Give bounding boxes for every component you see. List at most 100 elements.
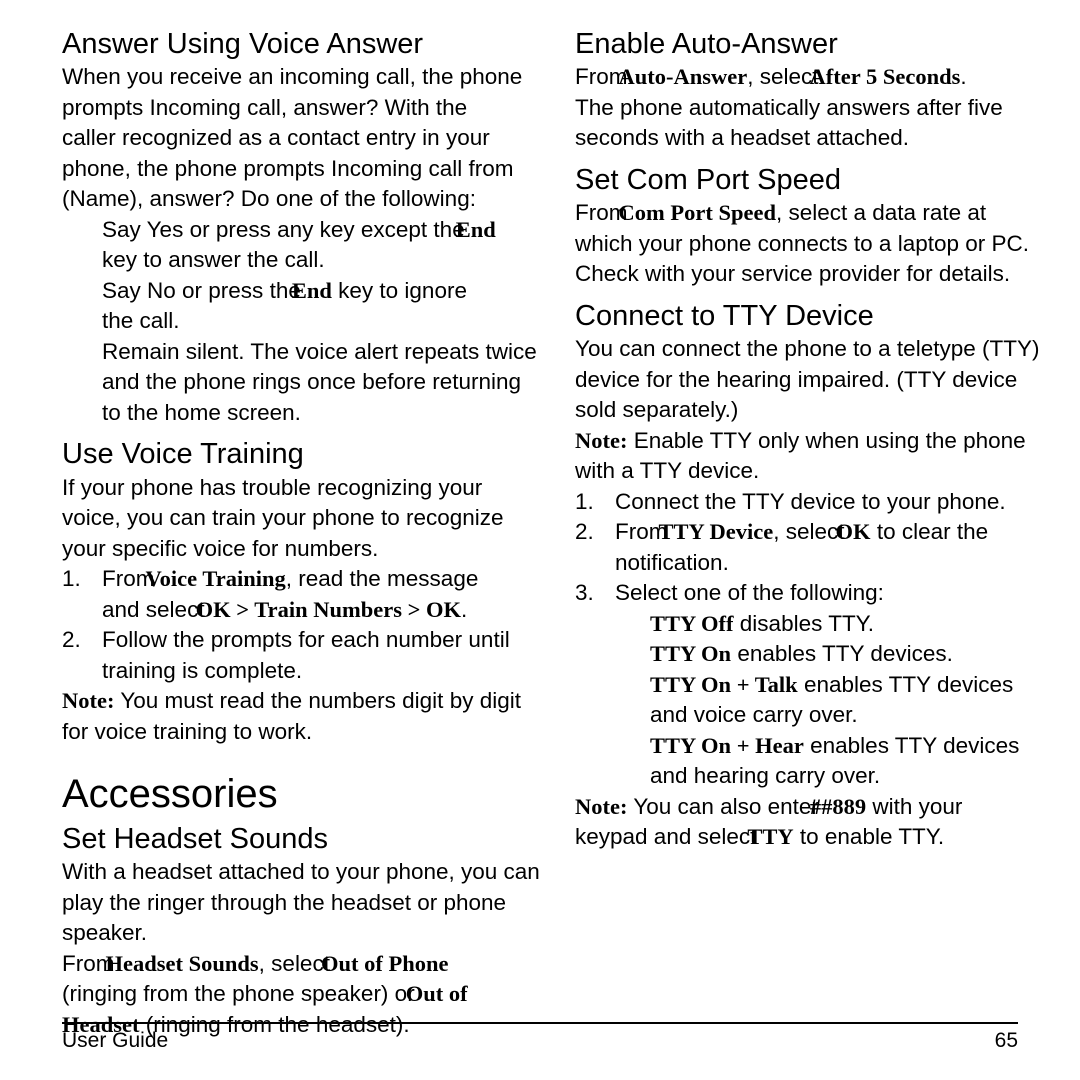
numbered-step: 1. Connect the TTY device to your phone. [575,487,1080,518]
text-line: play the ringer through the headset or p… [62,889,507,915]
text-run: You can also enter [627,793,819,819]
emphasis-run: End [455,216,496,242]
text-line: training is complete. [102,657,303,683]
text-line: When you receive an incoming call, the p… [62,64,523,90]
text-line: device for the hearing impaired. (TTY de… [575,366,1018,392]
text-run: keypad and select [575,824,757,850]
emphasis-run: TTY On [650,641,732,667]
text-line: FromHeadset Sounds, selectOut of Phone [62,949,584,980]
option-item: TTY On + Hear enables TTY devices [575,731,1080,762]
emphasis-run: TTY Off [650,610,734,636]
text-run: You must read the numbers digit by digit [114,688,521,714]
step-number: 2. [62,627,81,653]
text-line: You can connect the phone to a teletype … [575,336,1040,362]
option-item: TTY On enables TTY devices. [575,639,1080,670]
emphasis-run: Headset Sounds [105,950,259,976]
note: Note: You must read the numbers digit by… [62,686,584,717]
option-item: TTY On + Talk enables TTY devices [575,670,1080,701]
chapter-heading: Accessories [62,772,278,817]
section-enable-auto-answer: Enable Auto-Answer FromAuto-Answer, sele… [575,28,1080,154]
emphasis-run: TTY [747,824,794,850]
emphasis-run: TTY Device [658,519,774,545]
text-line: FromCom Port Speed, select a data rate a… [575,198,1080,229]
text-line: key to answer the call. [102,247,325,273]
emphasis-run: Voice Training [145,566,286,592]
emphasis-run: End [291,277,332,303]
bullet-item: Say No or press theEnd key to ignore [62,276,584,307]
text-line: With a headset attached to your phone, y… [62,859,540,885]
step-number: 3. [575,580,594,606]
text-run: . [461,596,468,622]
option-item: TTY Off disables TTY. [575,609,1080,640]
text-run: Select one of the following: [615,580,884,606]
numbered-step: 1. FromVoice Training, read the message [62,564,584,595]
bullet-item: Say Yes or press any key except theEnd [62,215,584,246]
text-run: Follow the prompts for each number until [102,627,510,653]
text-line: If your phone has trouble recognizing yo… [62,474,483,500]
manual-page: Answer Using Voice Answer When you recei… [0,0,1080,1080]
text-line: prompts Incoming call, answer? With the [62,94,468,120]
text-run: (ringing from the phone speaker) or [62,981,415,1007]
bullet-item: Remain silent. The voice alert repeats t… [102,338,537,364]
step-number: 1. [575,488,594,514]
text-line: Check with your service provider for det… [575,261,1011,287]
text-run: , select [258,950,330,976]
text-line: for voice training to work. [62,718,313,744]
emphasis-run: Com Port Speed [618,200,776,226]
text-line: phone, the phone prompts Incoming call f… [62,155,514,181]
text-run: enables TTY devices. [731,641,953,667]
text-line: which your phone connects to a laptop or… [575,230,1030,256]
text-line: and the phone rings once before returnin… [102,369,522,395]
numbered-step: 2. Follow the prompts for each number unt… [62,625,584,656]
text-line: and selectOK > Train Numbers > OK. [62,595,584,626]
text-run: , select [773,519,845,545]
text-line: and hearing carry over. [650,763,881,789]
text-line: notification. [615,549,729,575]
emphasis-run: After 5 Seconds [809,64,961,90]
text-run: , select a data rate at [775,200,987,226]
text-line: speaker. [62,920,148,946]
paragraph: If your phone has trouble recognizing yo… [62,473,584,565]
left-column: Answer Using Voice Answer When you recei… [62,18,584,1040]
numbered-step: 3. Select one of the following: [575,578,1080,609]
text-line: sold separately.) [575,397,739,423]
section-answer-using-voice-answer: Answer Using Voice Answer When you recei… [62,28,584,428]
right-column: Enable Auto-Answer FromAuto-Answer, sele… [575,18,1080,853]
text-line: caller recognized as a contact entry in … [62,125,490,151]
footer-label: User Guide [62,1029,169,1052]
emphasis-run: OK > Train Numbers > OK [195,596,462,622]
text-run: to clear the [870,519,989,545]
paragraph: With a headset attached to your phone, y… [62,857,584,949]
text-line: keypad and selectTTY to enable TTY. [575,822,1080,853]
text-run: and select [102,596,205,622]
text-run: , read the message [285,566,479,592]
section-heading: Enable Auto-Answer [575,28,838,60]
section-heading: Use Voice Training [62,438,304,471]
page-footer: User Guide 65 [62,1022,1018,1053]
section-set-com-port-speed: Set Com Port Speed FromCom Port Speed, s… [575,164,1080,290]
emphasis-run: TTY On + Talk [650,671,798,697]
emphasis-run: OK [835,519,871,545]
emphasis-run: Auto-Answer [618,64,748,90]
note-label: Note: [575,427,628,453]
text-run: key to ignore [331,277,467,303]
text-line: FromAuto-Answer, selectAfter 5 Seconds. [575,62,1080,93]
emphasis-run: TTY On + Hear [650,732,804,758]
page-number: 65 [994,1029,1018,1052]
text-line: to the home screen. [102,399,301,425]
note: Note: Enable TTY only when using the pho… [575,426,1080,457]
note-label: Note: [575,793,628,819]
section-use-voice-training: Use Voice Training If your phone has tro… [62,438,584,747]
emphasis-run: Out of Phone [320,950,449,976]
text-line: and voice carry over. [650,702,858,728]
text-run: Enable TTY only when using the phone [627,427,1026,453]
text-run: enables TTY devices [797,671,1014,697]
note: Note: You can also enter##889 with your [575,792,1080,823]
section-accessories: Accessories Set Headset Sounds With a he… [62,773,584,1040]
text-line: voice, you can train your phone to recog… [62,505,504,531]
emphasis-run: Out of [405,981,468,1007]
text-run: Say No or press the [102,277,301,303]
note-label: Note: [62,688,115,714]
section-heading: Answer Using Voice Answer [62,28,424,60]
text-run: to enable TTY. [793,824,945,850]
